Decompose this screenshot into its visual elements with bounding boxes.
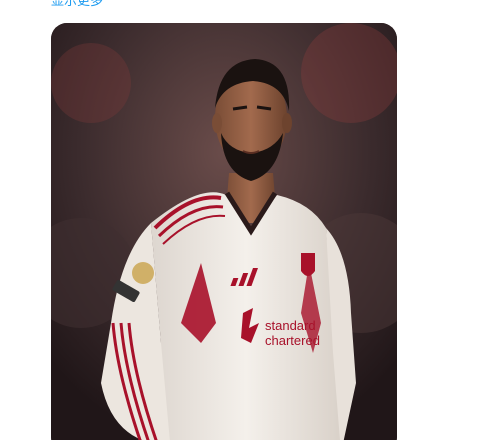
sponsor-text-line1: standard	[265, 318, 316, 333]
show-more-link[interactable]: 显示更多	[51, 0, 103, 10]
club-crest-icon	[301, 253, 315, 276]
tweet-view: 显示更多 standard chartered	[0, 0, 500, 440]
player-photo: standard chartered	[51, 23, 397, 440]
tweet-media-image[interactable]: standard chartered	[51, 23, 397, 440]
sleeve-badge-icon	[132, 262, 154, 284]
sponsor-text-line2: chartered	[265, 333, 320, 348]
